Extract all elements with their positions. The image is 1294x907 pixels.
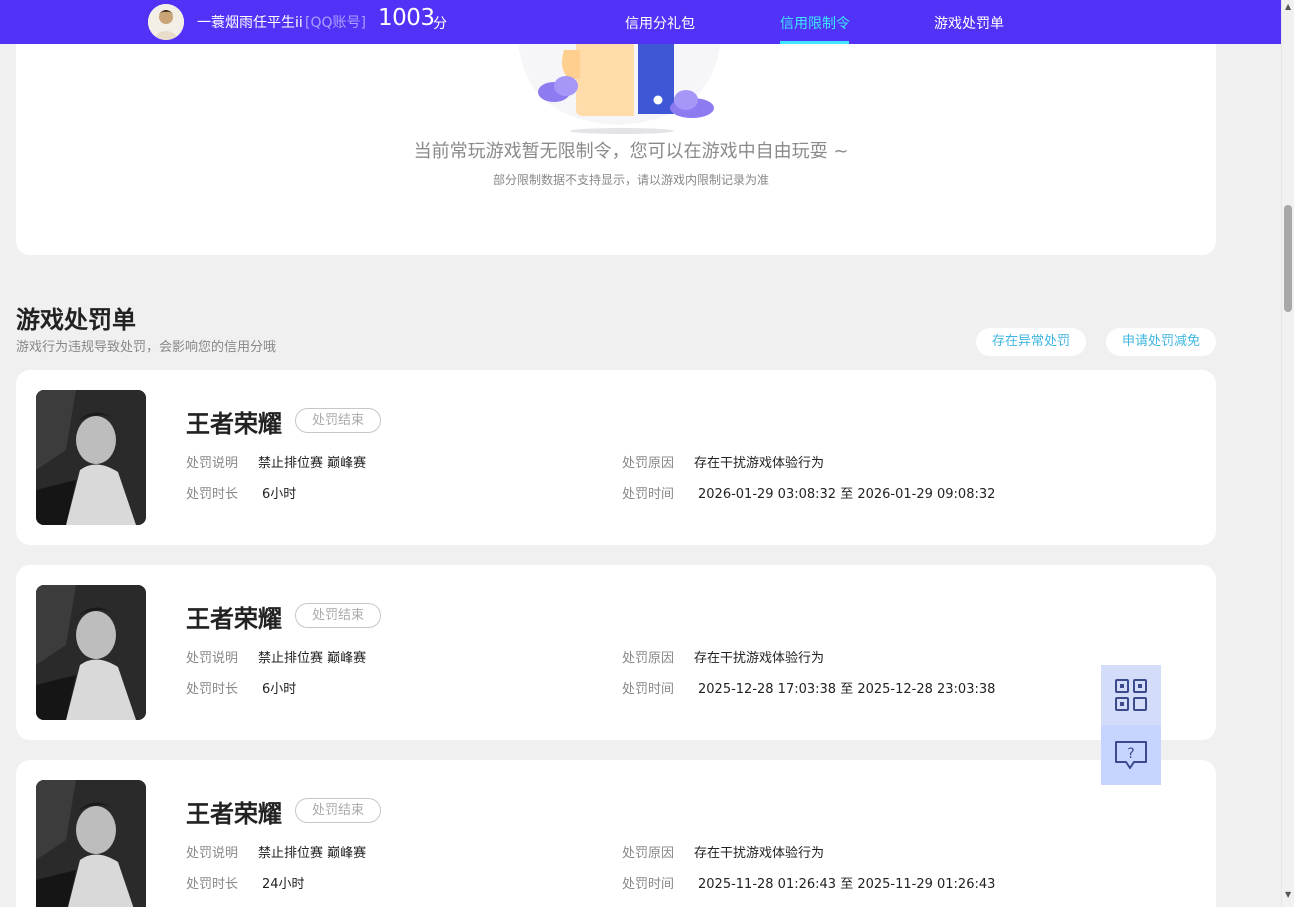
description-value: 禁止排位赛 巅峰赛 [258,846,367,861]
account-type-label: [QQ账号] [305,15,366,31]
restriction-note: 部分限制数据不支持显示，请以游戏内限制记录为准 [492,173,769,187]
duration-value: 24小时 [262,877,305,892]
game-thumbnail [36,390,146,525]
vertical-scrollbar[interactable]: ▲ ▼ [1281,0,1294,907]
scroll-down-arrow-icon[interactable]: ▼ [1285,890,1291,899]
credit-score-value: 1003 [378,5,435,31]
scrollbar-thumb[interactable] [1284,205,1292,312]
svg-text:?: ? [1127,746,1134,762]
duration-value: 6小时 [262,487,297,502]
duration-value: 6小时 [262,682,297,697]
tab-game-penalty[interactable]: 游戏处罚单 [934,13,1004,33]
reason-value: 存在干扰游戏体验行为 [694,651,825,666]
reason-label: 处罚原因 [622,456,675,471]
status-badge: 处罚结束 [295,603,381,628]
duration-label: 处罚时长 [186,487,239,502]
penalty-section-subtitle: 游戏行为违规导致处罚，会影响您的信用分哦 [16,340,277,355]
appeal-penalty-button[interactable]: 申请处罚减免 [1106,328,1216,356]
top-nav-bar: 一蓑烟雨任平生ii [QQ账号] 1003 分 信用分礼包 信用限制令 游戏处罚… [0,0,1281,44]
help-feedback-button[interactable]: ? [1101,725,1161,785]
restriction-empty-message: 当前常玩游戏暂无限制令，您可以在游戏中自由玩耍 ~ [413,141,849,162]
penalty-card[interactable]: 王者荣耀 处罚结束 处罚说明 禁止排位赛 巅峰赛 处罚原因 存在干扰游戏体验行为… [16,565,1216,740]
tab-credit-gift[interactable]: 信用分礼包 [625,13,695,33]
duration-label: 处罚时长 [186,877,239,892]
penalty-section-title: 游戏处罚单 [16,306,136,334]
page: 一蓑烟雨任平生ii [QQ账号] 1003 分 信用分礼包 信用限制令 游戏处罚… [0,0,1294,907]
avatar-image [148,4,184,40]
reason-label: 处罚原因 [622,651,675,666]
description-value: 禁止排位赛 巅峰赛 [258,456,367,471]
game-name: 王者荣耀 [186,605,282,633]
description-label: 处罚说明 [186,456,239,471]
help-chat-icon: ? [1115,741,1147,769]
qr-code-icon [1115,679,1147,711]
time-label: 处罚时间 [622,487,675,502]
game-name: 王者荣耀 [186,800,282,828]
qr-code-button[interactable] [1101,665,1161,725]
duration-label: 处罚时长 [186,682,239,697]
description-value: 禁止排位赛 巅峰赛 [258,651,367,666]
description-label: 处罚说明 [186,846,239,861]
game-thumbnail [36,585,146,720]
time-value: 2025-11-28 01:26:43 至 2025-11-29 01:26:4… [698,877,996,892]
time-label: 处罚时间 [622,682,675,697]
scroll-up-arrow-icon[interactable]: ▲ [1285,2,1291,11]
penalty-card[interactable]: 王者荣耀 处罚结束 处罚说明 禁止排位赛 巅峰赛 处罚原因 存在干扰游戏体验行为… [16,370,1216,545]
game-name: 王者荣耀 [186,410,282,438]
active-tab-indicator [780,41,849,44]
credit-score-unit: 分 [433,16,447,32]
time-value: 2025-12-28 17:03:38 至 2025-12-28 23:03:3… [698,682,996,697]
description-label: 处罚说明 [186,651,239,666]
tab-credit-restriction[interactable]: 信用限制令 [780,13,850,33]
penalty-card[interactable]: 王者荣耀 处罚结束 处罚说明 禁止排位赛 巅峰赛 处罚原因 存在干扰游戏体验行为… [16,760,1216,907]
time-value: 2026-01-29 03:08:32 至 2026-01-29 09:08:3… [698,487,996,502]
time-label: 处罚时间 [622,877,675,892]
abnormal-penalty-button[interactable]: 存在异常处罚 [976,328,1086,356]
floating-toolbar: ? [1101,665,1161,785]
reason-value: 存在干扰游戏体验行为 [694,456,825,471]
user-avatar[interactable] [148,4,184,40]
reason-label: 处罚原因 [622,846,675,861]
reason-value: 存在干扰游戏体验行为 [694,846,825,861]
game-thumbnail [36,780,146,907]
status-badge: 处罚结束 [295,798,381,823]
status-badge: 处罚结束 [295,408,381,433]
username: 一蓑烟雨任平生ii [197,15,303,31]
